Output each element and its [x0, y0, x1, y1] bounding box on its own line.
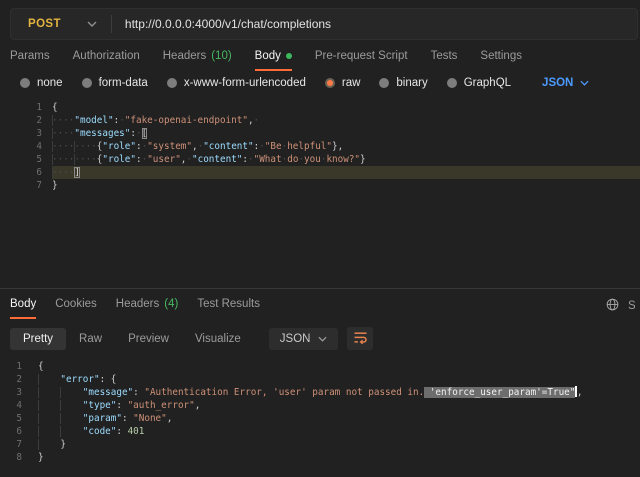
line-number: 8: [0, 451, 38, 464]
postman-window: { "request_bar": { "method": "POST", "ur…: [0, 0, 640, 477]
line-number: 1: [0, 101, 52, 114]
radio-none[interactable]: none: [20, 77, 63, 89]
request-tabs: Params Authorization Headers (10) Body P…: [0, 40, 640, 71]
code-line: 7}: [0, 179, 640, 192]
status-label-clipped: S: [628, 300, 635, 312]
radio-icon: [20, 78, 30, 88]
line-number: 3: [0, 127, 52, 140]
response-tab-test-results[interactable]: Test Results: [197, 298, 260, 319]
code-line: 5 "param": "None",: [0, 412, 640, 425]
code-line: 7 }: [0, 438, 640, 451]
headers-count-badge: (10): [211, 50, 231, 62]
request-url-bar: POST http://0.0.0.0:4000/v1/chat/complet…: [10, 8, 638, 40]
line-number: 4: [0, 140, 52, 153]
code-line: 4········{"role":·"system",·"content":·"…: [0, 140, 640, 153]
line-number: 1: [0, 360, 38, 373]
code-line: 6 "code": 401: [0, 425, 640, 438]
code-line: 8}: [0, 451, 640, 464]
view-raw-button[interactable]: Raw: [66, 328, 115, 350]
response-toolbar: Pretty Raw Preview Visualize JSON: [0, 322, 640, 356]
tab-pre-request-script[interactable]: Pre-request Script: [315, 50, 408, 71]
line-number: 7: [0, 179, 52, 192]
wrap-text-icon: [353, 331, 368, 347]
radio-graphql[interactable]: GraphQL: [447, 77, 511, 89]
globe-icon[interactable]: [606, 298, 619, 314]
line-number: 4: [0, 399, 38, 412]
view-preview-button[interactable]: Preview: [115, 328, 182, 350]
response-tab-body[interactable]: Body: [10, 298, 36, 319]
method-label: POST: [28, 18, 61, 30]
url-bar-divider: [111, 15, 112, 33]
tab-body[interactable]: Body: [255, 50, 292, 71]
radio-x-www-form-urlencoded[interactable]: x-www-form-urlencoded: [167, 77, 306, 89]
wrap-text-button[interactable]: [347, 327, 373, 350]
line-number: 5: [0, 153, 52, 166]
code-line: 3····"messages":·[: [0, 127, 640, 140]
view-visualize-button[interactable]: Visualize: [182, 328, 254, 350]
body-modified-dot-icon: [286, 53, 292, 59]
radio-selected-icon: [325, 78, 335, 88]
chevron-down-icon: [87, 21, 97, 27]
response-tab-headers[interactable]: Headers (4): [116, 298, 179, 319]
response-body-editor[interactable]: 1{2 "error": {3 "message": "Authenticati…: [0, 356, 640, 477]
view-pretty-button[interactable]: Pretty: [10, 328, 66, 350]
code-line: 2····"model":·"fake-openai-endpoint",·: [0, 114, 640, 127]
line-number: 2: [0, 373, 38, 386]
radio-icon: [447, 78, 457, 88]
radio-binary[interactable]: binary: [379, 77, 427, 89]
code-line: 3 "message": "Authentication Error, 'use…: [0, 386, 640, 399]
radio-icon: [82, 78, 92, 88]
line-number: 3: [0, 386, 38, 399]
line-number: 6: [0, 425, 38, 438]
line-number: 6: [0, 166, 52, 179]
response-language-dropdown[interactable]: JSON: [269, 328, 339, 350]
chevron-down-icon: [318, 336, 327, 342]
radio-form-data[interactable]: form-data: [82, 77, 148, 89]
radio-icon: [379, 78, 389, 88]
request-language-dropdown[interactable]: JSON: [542, 77, 589, 89]
line-number: 2: [0, 114, 52, 127]
code-line: 5········{"role":·"user",·"content":·"Wh…: [0, 153, 640, 166]
tab-settings[interactable]: Settings: [480, 50, 522, 71]
radio-raw[interactable]: raw: [325, 77, 361, 89]
response-tab-cookies[interactable]: Cookies: [55, 298, 97, 319]
tab-headers[interactable]: Headers (10): [163, 50, 232, 71]
chevron-down-icon: [580, 80, 589, 86]
tab-params[interactable]: Params: [10, 50, 50, 71]
code-line-highlighted: 6····]: [0, 166, 640, 179]
url-input[interactable]: http://0.0.0.0:4000/v1/chat/completions: [125, 17, 331, 31]
response-tabs: Body Cookies Headers (4) Test Results S: [0, 288, 640, 322]
tab-tests[interactable]: Tests: [431, 50, 458, 71]
body-type-row: none form-data x-www-form-urlencoded raw…: [0, 71, 640, 97]
method-dropdown[interactable]: POST: [11, 9, 111, 39]
response-headers-count-badge: (4): [164, 298, 178, 310]
code-line: 4 "type": "auth_error",: [0, 399, 640, 412]
code-line: 1{: [0, 101, 640, 114]
tab-authorization[interactable]: Authorization: [73, 50, 140, 71]
line-number: 7: [0, 438, 38, 451]
request-body-editor[interactable]: 1{2····"model":·"fake-openai-endpoint",·…: [0, 97, 640, 288]
line-number: 5: [0, 412, 38, 425]
code-line: 1{: [0, 360, 640, 373]
selected-text: 'enforce_user_param'=True": [424, 387, 575, 398]
radio-icon: [167, 78, 177, 88]
code-line: 2 "error": {: [0, 373, 640, 386]
